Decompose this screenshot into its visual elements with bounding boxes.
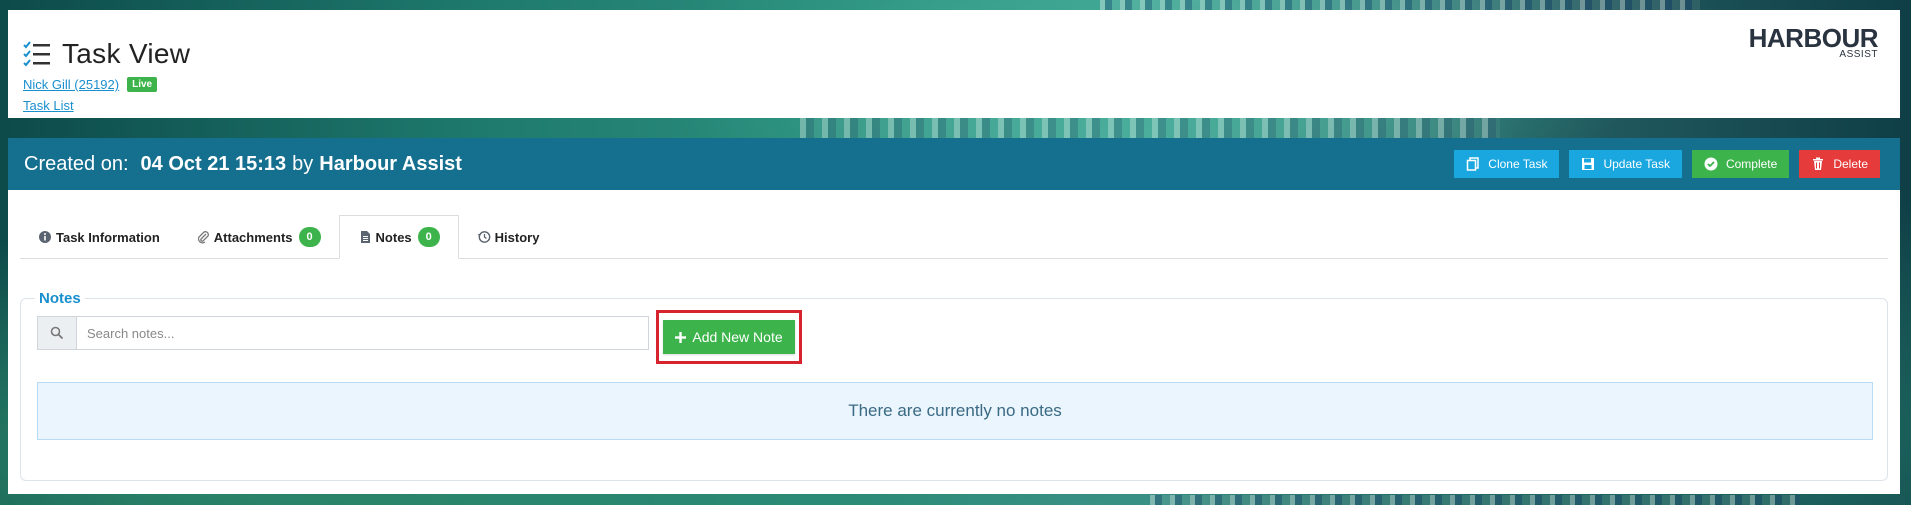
- search-icon: [50, 326, 64, 340]
- tab-history-label: History: [494, 229, 540, 245]
- logo-main-text: HARBOUR: [1748, 23, 1879, 53]
- tab-history[interactable]: History: [459, 215, 558, 259]
- title-row: Task View: [22, 38, 190, 70]
- created-author: Harbour Assist: [319, 152, 462, 175]
- task-panel: Created on: 04 Oct 21 15:13 by Harbour A…: [8, 138, 1900, 494]
- tab-attachments-label: Attachments: [213, 229, 293, 245]
- add-note-highlight: Add New Note: [656, 310, 802, 364]
- update-task-button[interactable]: Update Task: [1569, 150, 1682, 178]
- complete-button[interactable]: Complete: [1691, 150, 1790, 178]
- status-badge: Live: [127, 77, 158, 92]
- update-task-label: Update Task: [1603, 157, 1670, 171]
- created-by-label: by: [292, 152, 314, 175]
- trash-icon: [1813, 157, 1824, 170]
- user-row: Nick Gill (25192) Live: [23, 77, 158, 92]
- delete-label: Delete: [1833, 157, 1868, 171]
- delete-button[interactable]: Delete: [1799, 150, 1880, 178]
- search-notes-input[interactable]: [77, 316, 649, 350]
- created-date: 04 Oct 21 15:13: [140, 152, 287, 175]
- complete-label: Complete: [1725, 157, 1778, 171]
- add-new-note-button[interactable]: Add New Note: [663, 320, 795, 354]
- history-icon: [477, 231, 491, 243]
- background-image: [800, 118, 1500, 138]
- task-tabs: Task Information Attachments 0 Notes 0 H…: [20, 215, 1888, 259]
- clone-task-button[interactable]: Clone Task: [1454, 150, 1560, 178]
- notes-legend: Notes: [35, 290, 85, 307]
- copy-icon: [1467, 157, 1480, 171]
- tab-task-information[interactable]: Task Information: [20, 215, 178, 259]
- task-header-bar: Created on: 04 Oct 21 15:13 by Harbour A…: [8, 138, 1900, 190]
- empty-notes-message: There are currently no notes: [37, 382, 1873, 440]
- tab-notes[interactable]: Notes 0: [338, 215, 459, 259]
- background-image: [1100, 0, 1700, 10]
- paperclip-icon: [197, 231, 209, 244]
- add-new-note-label: Add New Note: [692, 329, 783, 345]
- notes-section: Notes Add New Note There are currently n…: [20, 290, 1888, 481]
- save-icon: [1582, 158, 1595, 170]
- info-icon: [39, 231, 51, 243]
- task-list-icon: [23, 41, 50, 67]
- tab-task-information-label: Task Information: [56, 229, 160, 245]
- notes-count-badge: 0: [417, 227, 440, 247]
- logo: HARBOUR ASSIST: [1748, 23, 1879, 60]
- document-icon: [360, 231, 370, 243]
- created-label: Created on:: [24, 152, 129, 175]
- background-image: [1150, 495, 1800, 505]
- attachments-count-badge: 0: [298, 227, 321, 247]
- task-actions: Clone Task Update Task Complete Delete: [1454, 150, 1880, 178]
- check-circle-icon: [1704, 157, 1718, 171]
- clone-task-label: Clone Task: [1488, 157, 1548, 171]
- tab-attachments[interactable]: Attachments 0: [178, 215, 339, 259]
- plus-icon: [675, 331, 687, 343]
- tab-notes-label: Notes: [375, 229, 412, 245]
- search-addon: [37, 316, 77, 350]
- user-link[interactable]: Nick Gill (25192): [23, 77, 119, 92]
- page-title: Task View: [62, 38, 191, 69]
- page-header: Task View Nick Gill (25192) Live Task Li…: [8, 10, 1900, 118]
- notes-search-group: [37, 316, 649, 350]
- task-list-link[interactable]: Task List: [23, 98, 74, 113]
